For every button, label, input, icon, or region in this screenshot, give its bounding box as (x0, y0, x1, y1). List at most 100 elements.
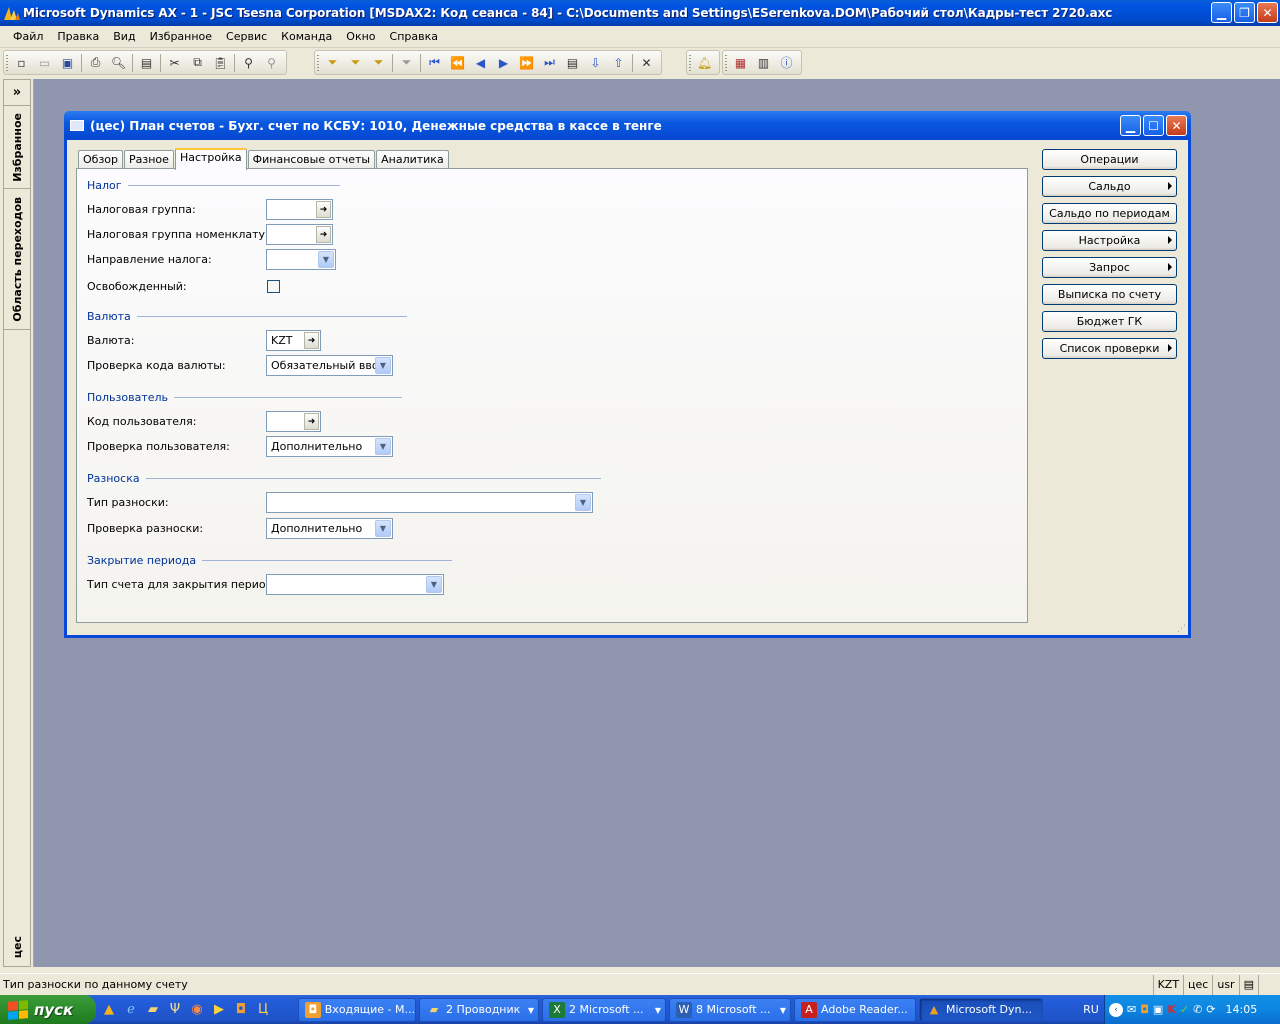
mail-tray-icon[interactable]: ✉ (1127, 1003, 1136, 1016)
task-excel[interactable]: X 2 Microsoft ... ▼ (542, 997, 666, 1022)
replace-icon[interactable]: ⚲ (260, 52, 283, 74)
delete-record-icon[interactable]: ✕ (635, 52, 658, 74)
explorer-icon[interactable]: ▰ (144, 1001, 162, 1019)
menu-command[interactable]: Команда (274, 30, 339, 43)
closing-type-select[interactable]: ▼ (266, 574, 444, 595)
menu-favorites[interactable]: Избранное (143, 30, 219, 43)
task-explorer[interactable]: ▰ 2 Проводник ▼ (419, 997, 539, 1022)
exempt-checkbox[interactable] (267, 280, 280, 293)
period-balance-button[interactable]: Сальдо по периодам (1042, 203, 1177, 224)
expand-nav-button[interactable]: » (4, 80, 30, 106)
status-company[interactable]: цес (1183, 974, 1212, 995)
status-notification-icon[interactable] (1258, 974, 1280, 995)
tax-group-field[interactable]: ➜ (266, 199, 333, 220)
tuning-fork-icon[interactable]: Ψ (166, 1001, 184, 1019)
ledger-budget-button[interactable]: Бюджет ГК (1042, 311, 1177, 332)
form-maximize-button[interactable]: ☐ (1143, 115, 1164, 136)
chevron-down-icon[interactable]: ▼ (575, 494, 591, 511)
close-button[interactable]: ✕ (1257, 2, 1278, 23)
transactions-button[interactable]: Операции (1042, 149, 1177, 170)
checklist-button[interactable]: Список проверки (1042, 338, 1177, 359)
first-record-icon[interactable]: ⏮ (423, 52, 446, 74)
remove-filter-icon[interactable]: ⏷ (395, 52, 418, 74)
print-preview-icon[interactable]: 🔍︎ (107, 52, 130, 74)
user-check-select[interactable]: Дополнительно ▼ (266, 436, 393, 457)
last-record-icon[interactable]: ⏭ (538, 52, 561, 74)
chevron-down-icon[interactable]: ▼ (318, 251, 334, 268)
media-player-icon[interactable]: ▶ (210, 1001, 228, 1019)
balance-button[interactable]: Сальдо (1042, 176, 1177, 197)
previous-page-icon[interactable]: ⏪ (446, 52, 469, 74)
minimize-button[interactable]: ▁ (1211, 2, 1232, 23)
posting-check-select[interactable]: Дополнительно ▼ (266, 518, 393, 539)
restore-button[interactable]: ❐ (1234, 2, 1255, 23)
navigation-pane-button[interactable]: Область переходов (4, 190, 30, 330)
resize-grip-icon[interactable]: ⋰ (1177, 624, 1186, 634)
new-icon[interactable]: ▫ (10, 52, 33, 74)
find-icon[interactable]: ⚲ (237, 52, 260, 74)
chevron-down-icon[interactable]: ▼ (375, 357, 391, 374)
chevron-down-icon[interactable]: ▼ (375, 438, 391, 455)
filter-by-selection-icon[interactable]: ⏷ (321, 52, 344, 74)
form-close-button[interactable]: ✕ (1166, 115, 1187, 136)
tab-financial-statements[interactable]: Финансовые отчеты (247, 150, 376, 169)
tax-direction-select[interactable]: ▼ (266, 249, 336, 270)
chevron-down-icon[interactable]: ▼ (426, 576, 442, 593)
tray-expand-icon[interactable]: ‹ (1109, 1002, 1123, 1017)
tab-overview[interactable]: Обзор (78, 150, 124, 169)
copy-icon[interactable]: ⧉ (186, 52, 209, 74)
previous-record-icon[interactable]: ◀ (469, 52, 492, 74)
alert-bell-icon[interactable]: 🔔︎ (693, 52, 716, 74)
app-quicklaunch-icon[interactable]: Ц (254, 1001, 272, 1019)
firefox-icon[interactable]: ◉ (188, 1001, 206, 1019)
favorites-pane-button[interactable]: Избранное (4, 107, 30, 189)
import-icon[interactable]: ⇩ (584, 52, 607, 74)
cut-icon[interactable]: ✂ (163, 52, 186, 74)
outlook-quicklaunch-icon[interactable]: ◘ (232, 1001, 250, 1019)
properties-icon[interactable]: ▤ (135, 52, 158, 74)
advanced-filter-icon[interactable]: ⏷ (367, 52, 390, 74)
next-page-icon[interactable]: ⏩ (515, 52, 538, 74)
status-currency[interactable]: KZT (1152, 974, 1183, 995)
export-icon[interactable]: ⇧ (607, 52, 630, 74)
kaspersky-tray-icon[interactable]: K (1167, 1003, 1176, 1016)
network-tray-icon[interactable]: ▣ (1153, 1003, 1163, 1016)
menu-edit[interactable]: Правка (50, 30, 106, 43)
form-minimize-button[interactable]: ▁ (1120, 115, 1141, 136)
account-statement-button[interactable]: Выписка по счету (1042, 284, 1177, 305)
menu-view[interactable]: Вид (106, 30, 142, 43)
currency-field[interactable]: KZT ➜ (266, 330, 321, 351)
status-user[interactable]: usr (1212, 974, 1238, 995)
paste-icon[interactable]: 📋︎ (209, 52, 232, 74)
security-tray-icon[interactable]: ✓ (1180, 1003, 1189, 1016)
next-record-icon[interactable]: ▶ (492, 52, 515, 74)
ie-icon[interactable]: ℯ (122, 1001, 140, 1019)
menu-help[interactable]: Справка (383, 30, 445, 43)
print-icon[interactable]: ⎙ (84, 52, 107, 74)
lookup-icon[interactable]: ➜ (316, 201, 331, 218)
outlook-tray-icon[interactable]: ◘ (1140, 1003, 1149, 1016)
lookup-icon[interactable]: ➜ (304, 413, 319, 430)
user-code-field[interactable]: ➜ (266, 411, 321, 432)
messenger-tray-icon[interactable]: ✆ (1193, 1003, 1202, 1016)
tab-general[interactable]: Разное (124, 150, 174, 169)
chevron-down-icon[interactable]: ▼ (375, 520, 391, 537)
dynamics-quicklaunch-icon[interactable]: ▲ (100, 1001, 118, 1019)
currency-check-select[interactable]: Обязательный ввод ▼ (266, 355, 393, 376)
help-icon[interactable]: ⓘ (775, 52, 798, 74)
tab-dimensions[interactable]: Аналитика (376, 150, 449, 169)
language-indicator[interactable]: RU (1078, 995, 1104, 1024)
menu-file[interactable]: Файл (6, 30, 50, 43)
record-info-icon[interactable]: ▥ (752, 52, 775, 74)
start-button[interactable]: пуск (0, 995, 96, 1024)
setup-button[interactable]: Настройка (1042, 230, 1177, 251)
task-word[interactable]: W 8 Microsoft ... ▼ (669, 997, 791, 1022)
inquiry-button[interactable]: Запрос (1042, 257, 1177, 278)
filter-icon[interactable]: ⏷ (344, 52, 367, 74)
save-icon[interactable]: ▣ (56, 52, 79, 74)
document-handling-icon[interactable]: ▦ (729, 52, 752, 74)
status-database-icon[interactable]: ▤ (1238, 974, 1258, 995)
menu-tools[interactable]: Сервис (219, 30, 274, 43)
task-outlook[interactable]: ◘ Входящие - M... (298, 997, 416, 1022)
item-tax-group-field[interactable]: ➜ (266, 224, 333, 245)
